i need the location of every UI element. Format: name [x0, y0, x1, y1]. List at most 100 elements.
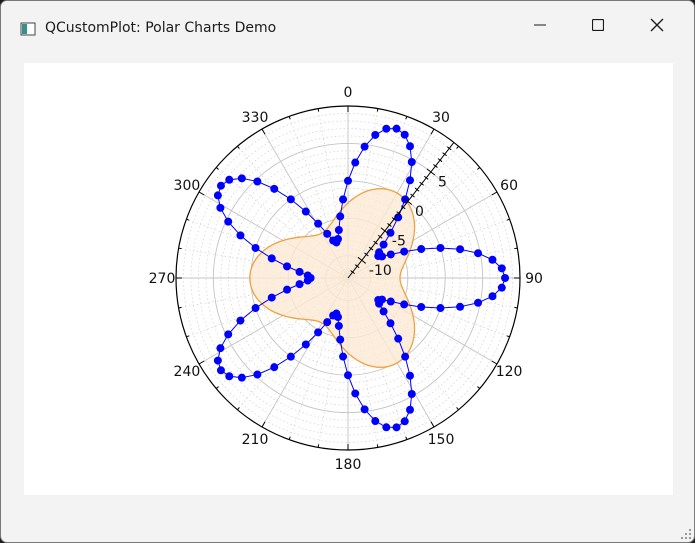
rose-series-point [379, 240, 388, 249]
angular-tick [237, 145, 240, 149]
angular-tick-label: 210 [242, 432, 269, 448]
rose-series-point [251, 243, 260, 252]
angular-tick [261, 128, 266, 135]
minimize-button[interactable] [511, 1, 569, 49]
rose-series-point [301, 207, 310, 216]
angular-tick [430, 421, 435, 428]
radial-tick-label: 5 [438, 174, 447, 190]
rose-series-point [351, 389, 360, 398]
angular-tick [477, 167, 481, 170]
rose-series-point [401, 352, 410, 361]
rose-series-point [436, 304, 445, 313]
rose-series-point [216, 181, 225, 190]
angular-tick-label: 270 [149, 271, 176, 287]
rose-series-point [253, 177, 262, 186]
radial-tick-label: 0 [415, 204, 424, 220]
angular-tick [477, 386, 481, 389]
title-bar[interactable]: QCustomPlot: Polar Charts Demo [1, 1, 694, 49]
angular-tick-label: 330 [242, 110, 269, 126]
rose-series-point [253, 370, 262, 379]
rose-series-point [225, 372, 234, 381]
maximize-button[interactable] [569, 1, 627, 49]
rose-series-point [474, 249, 483, 258]
rose-series-point [501, 274, 510, 282]
rose-series-point [225, 175, 234, 184]
rose-series-point [333, 234, 342, 243]
rose-series-point [456, 245, 465, 254]
rose-series-point [303, 271, 312, 280]
rose-series-point [216, 366, 225, 375]
angular-tick [514, 247, 518, 250]
rose-series-point [406, 405, 415, 414]
rose-series-point [267, 254, 276, 263]
rose-series-point [286, 195, 295, 204]
rose-series-point [270, 363, 279, 372]
rose-series-point [286, 352, 295, 361]
rose-series-point [497, 264, 506, 273]
resize-grip-icon[interactable] [680, 528, 692, 540]
angular-tick [288, 436, 291, 440]
rose-series-point [301, 340, 310, 349]
rose-series-point [497, 283, 506, 292]
rose-series-point [371, 130, 380, 139]
angular-tick-label: 30 [432, 110, 450, 126]
rose-series-point [314, 219, 323, 228]
angular-tick-label: 300 [174, 178, 201, 194]
rose-series-point [394, 334, 403, 343]
rose-series-point [456, 302, 465, 311]
angular-tick [456, 407, 459, 411]
angular-tick [506, 335, 510, 338]
rose-series-point [407, 390, 416, 399]
angular-tick-label: 60 [500, 178, 518, 194]
rose-series-point [334, 226, 343, 235]
rose-series-point [344, 176, 352, 185]
rose-series-point [237, 373, 246, 382]
rose-series-point [375, 299, 384, 308]
maximize-icon [592, 19, 604, 31]
rose-series-point [216, 344, 225, 353]
rose-series-point [386, 250, 395, 259]
angular-tick [186, 335, 190, 338]
app-window-icon [20, 22, 36, 36]
rose-series-point [400, 130, 409, 139]
rose-series-point [267, 293, 276, 302]
rose-series-point [295, 267, 304, 276]
rose-series-point [336, 212, 345, 221]
app-window: QCustomPlot: Polar Charts Demo 0 30 60 90 12… [0, 0, 695, 543]
angular-tick [491, 191, 498, 196]
radial-tick [426, 168, 436, 176]
angular-tick-label: 0 [344, 85, 353, 101]
rose-series-point [436, 243, 445, 252]
rose-series-point [323, 229, 332, 238]
rose-series-point [237, 174, 246, 183]
angular-tick [215, 386, 219, 389]
angular-tick-label: 90 [525, 271, 543, 287]
angular-tick [506, 218, 510, 221]
angular-tick [237, 407, 240, 411]
angular-tick [405, 116, 408, 120]
rose-series-point [417, 302, 426, 311]
minimize-icon [534, 24, 546, 26]
polar-plot-area[interactable]: 0 30 60 90 120 150 180 210 240 270 300 330 -10 -5 0 5 [24, 63, 673, 495]
angular-tick [405, 436, 408, 440]
rose-series-point [392, 124, 401, 133]
rose-series-point [474, 298, 483, 307]
close-button[interactable] [628, 1, 686, 49]
rose-series-point [314, 328, 323, 337]
rose-series-point [236, 231, 245, 240]
rose-series-point [386, 319, 395, 328]
rose-series-point [371, 417, 380, 426]
angular-tick [456, 145, 459, 149]
rose-series-point [360, 142, 369, 151]
angular-tick [430, 128, 435, 135]
rose-series-point [405, 176, 414, 185]
rose-series-point [351, 158, 360, 167]
rose-series-point [323, 318, 332, 327]
rose-series-point [334, 321, 343, 330]
radial-tick-label: -5 [392, 233, 406, 249]
rose-series-point [488, 255, 497, 264]
rose-series-point [378, 252, 387, 261]
angular-tick-label: 120 [496, 364, 523, 380]
rose-series-point [329, 311, 338, 320]
rose-series-point [339, 352, 348, 361]
